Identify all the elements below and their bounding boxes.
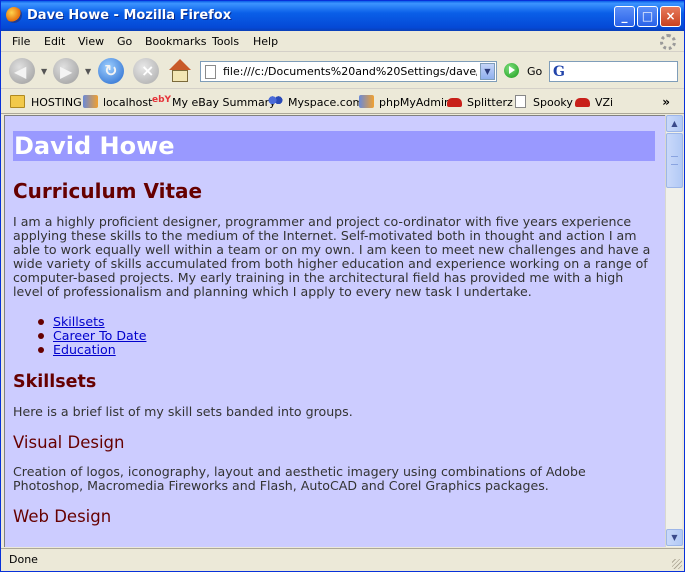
forward-button[interactable]: ▶ (53, 58, 79, 84)
menu-bookmarks[interactable]: Bookmarks (145, 35, 206, 48)
menu-go[interactable]: Go (117, 35, 132, 48)
back-button[interactable]: ◀ (9, 58, 35, 84)
menu-view[interactable]: View (78, 35, 104, 48)
go-label[interactable]: Go (527, 65, 542, 78)
stop-icon: × (141, 61, 155, 80)
home-icon (169, 59, 191, 70)
forward-arrow-icon: ▶ (60, 62, 73, 81)
visual-design-heading: Visual Design (13, 433, 125, 452)
page-content[interactable]: David Howe Curriculum Vitae I am a highl… (4, 115, 665, 547)
home-button[interactable] (167, 58, 193, 84)
bookmarks-overflow-chevron-icon[interactable]: » (662, 95, 670, 109)
menu-edit[interactable]: Edit (44, 35, 65, 48)
link-education[interactable]: Education (53, 342, 116, 357)
scrollbar-thumb[interactable] (666, 133, 683, 188)
firefox-icon (6, 7, 22, 23)
bookmark-vzi[interactable]: VZi (595, 96, 613, 109)
list-item: Education (38, 342, 655, 357)
list-item: Career To Date (38, 328, 655, 343)
bookmarks-toolbar: HOSTING localhost ebY My eBay Summary My… (1, 90, 684, 114)
window-title: Dave Howe - Mozilla Firefox (27, 8, 232, 23)
reload-button[interactable]: ↻ (98, 58, 124, 84)
ebay-icon: ebY (152, 95, 172, 105)
phpmyadmin-icon (359, 95, 374, 108)
close-button[interactable]: × (660, 6, 681, 27)
throbber-icon (660, 34, 676, 50)
title-bar[interactable]: Dave Howe - Mozilla Firefox _ □ × (1, 1, 684, 31)
menu-tools[interactable]: Tools (212, 35, 239, 48)
page-icon (205, 65, 216, 79)
browser-window: Dave Howe - Mozilla Firefox _ □ × File E… (0, 0, 685, 572)
status-bar: Done (1, 548, 684, 571)
bookmark-splitterz[interactable]: Splitterz (467, 96, 513, 109)
go-button[interactable] (504, 63, 519, 78)
folder-icon (10, 95, 25, 108)
stop-button[interactable]: × (133, 58, 159, 84)
visual-design-text: Creation of logos, iconography, layout a… (13, 464, 586, 493)
url-text[interactable]: file:///c:/Documents%20and%20Settings/da… (223, 65, 477, 78)
url-bar[interactable]: file:///c:/Documents%20and%20Settings/da… (200, 61, 497, 82)
forward-history-dropdown-icon[interactable]: ▼ (85, 67, 91, 76)
bookmark-favicon-icon (83, 95, 98, 108)
web-design-heading: Web Design (13, 507, 112, 526)
page-bookmark-icon (515, 95, 526, 108)
resize-grip-icon[interactable] (672, 559, 682, 569)
back-history-dropdown-icon[interactable]: ▼ (41, 67, 47, 76)
intro-paragraph: I am a highly proficient designer, progr… (13, 214, 651, 299)
bookmark-myspace[interactable]: Myspace.com (288, 96, 363, 109)
bookmark-my-ebay-summary[interactable]: My eBay Summary (172, 96, 276, 109)
link-career-to-date[interactable]: Career To Date (53, 328, 146, 343)
reload-icon: ↻ (104, 61, 118, 80)
vertical-scrollbar[interactable]: ▲ ▼ (665, 115, 683, 547)
bookmark-phpmyadmin[interactable]: phpMyAdmin (379, 96, 451, 109)
maximize-button[interactable]: □ (637, 6, 658, 27)
bookmark-localhost[interactable]: localhost (103, 96, 152, 109)
bookmark-spooky[interactable]: Spooky (533, 96, 573, 109)
status-text: Done (9, 553, 38, 566)
back-arrow-icon: ◀ (14, 62, 27, 81)
scroll-up-button[interactable]: ▲ (666, 115, 683, 132)
bookmark-hosting[interactable]: HOSTING (31, 96, 82, 109)
cv-heading: Curriculum Vitae (13, 179, 203, 203)
car-icon (575, 98, 590, 107)
search-input[interactable]: G (549, 61, 678, 82)
myspace-icon (268, 95, 283, 108)
table-of-contents: Skillsets Career To Date Education (13, 315, 655, 357)
menu-bar: File Edit View Go Bookmarks Tools Help (1, 31, 684, 52)
link-skillsets[interactable]: Skillsets (53, 314, 105, 329)
list-item: Skillsets (38, 314, 655, 329)
url-dropdown-button[interactable]: ▼ (480, 63, 495, 80)
google-search-icon[interactable]: G (553, 64, 565, 80)
car-icon (447, 98, 462, 107)
page-title-banner: David Howe (13, 131, 655, 161)
scroll-down-button[interactable]: ▼ (666, 529, 683, 546)
minimize-button[interactable]: _ (614, 6, 635, 27)
menu-help[interactable]: Help (253, 35, 278, 48)
menu-file[interactable]: File (12, 35, 30, 48)
skillsets-intro: Here is a brief list of my skill sets ba… (13, 404, 353, 419)
skillsets-heading: Skillsets (13, 372, 97, 392)
